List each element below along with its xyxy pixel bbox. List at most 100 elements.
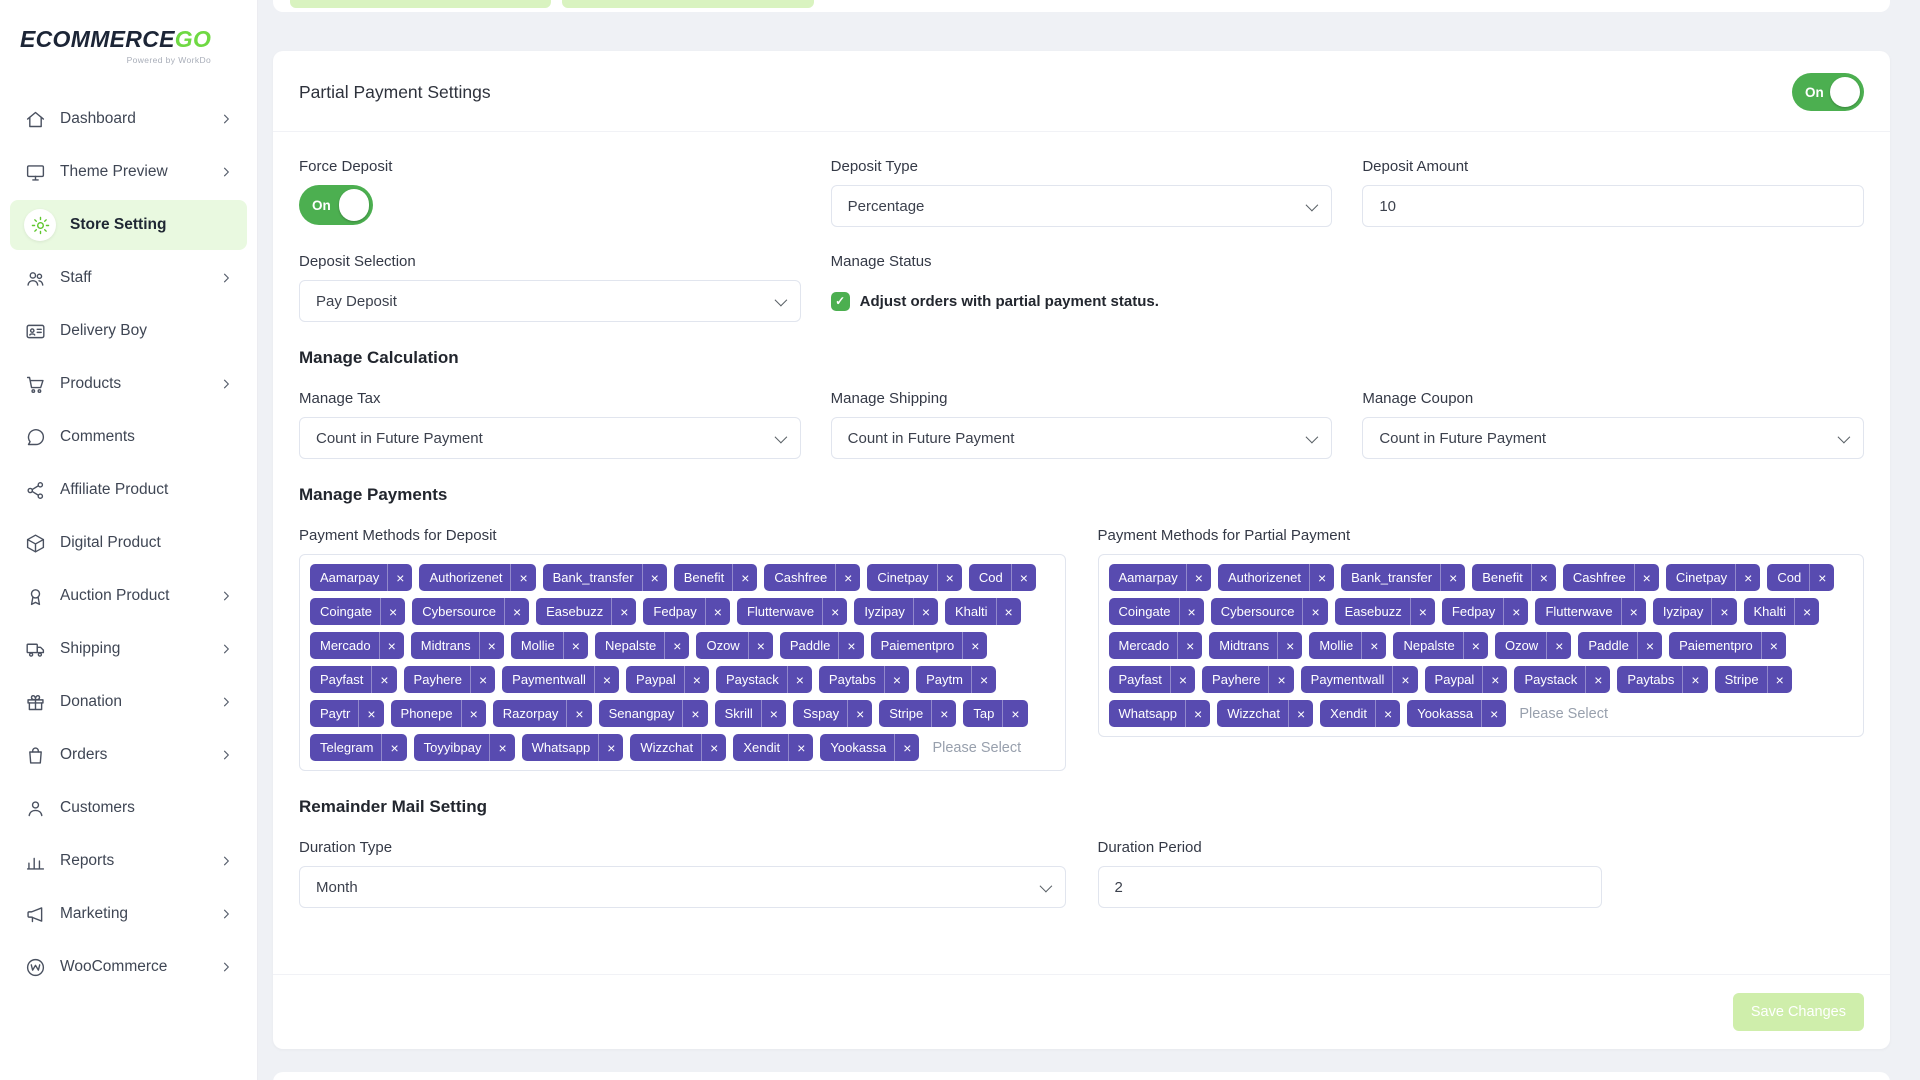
tag-remove-icon[interactable]: × — [938, 570, 962, 586]
tag-remove-icon[interactable]: × — [1289, 706, 1313, 722]
tag-remove-icon[interactable]: × — [1683, 672, 1707, 688]
tag-remove-icon[interactable]: × — [1393, 672, 1417, 688]
tag-remove-icon[interactable]: × — [823, 604, 847, 620]
sidebar-item-donation[interactable]: Donation — [10, 677, 247, 727]
tag-remove-icon[interactable]: × — [1638, 638, 1662, 654]
tag-remove-icon[interactable]: × — [1464, 638, 1488, 654]
tag-remove-icon[interactable]: × — [599, 740, 623, 756]
sidebar-item-dashboard[interactable]: Dashboard — [10, 94, 247, 144]
sidebar-item-woocommerce[interactable]: WooCommerce — [10, 942, 247, 992]
tag-remove-icon[interactable]: × — [706, 604, 730, 620]
tag-remove-icon[interactable]: × — [564, 638, 588, 654]
tag-remove-icon[interactable]: × — [1586, 672, 1610, 688]
tag-remove-icon[interactable]: × — [1411, 604, 1435, 620]
tag-remove-icon[interactable]: × — [1622, 604, 1646, 620]
tag-remove-icon[interactable]: × — [567, 706, 591, 722]
deposit-methods-multiselect[interactable]: Aamarpay×Authorizenet×Bank_transfer×Bene… — [299, 554, 1066, 771]
tag-remove-icon[interactable]: × — [1012, 570, 1036, 586]
sidebar-item-customers[interactable]: Customers — [10, 783, 247, 833]
tag-remove-icon[interactable]: × — [1186, 706, 1210, 722]
tag-remove-icon[interactable]: × — [1635, 570, 1659, 586]
tag-remove-icon[interactable]: × — [359, 706, 383, 722]
tag-remove-icon[interactable]: × — [788, 672, 812, 688]
partial-methods-multiselect[interactable]: Aamarpay×Authorizenet×Bank_transfer×Bene… — [1098, 554, 1865, 737]
tag-remove-icon[interactable]: × — [932, 706, 956, 722]
tag-remove-icon[interactable]: × — [702, 740, 726, 756]
sidebar-item-auction-product[interactable]: Auction Product — [10, 571, 247, 621]
sidebar-item-shipping[interactable]: Shipping — [10, 624, 247, 674]
brand-logo[interactable]: ECOMMERCEGO Powered by WorkDo — [20, 26, 211, 65]
tag-remove-icon[interactable]: × — [848, 706, 872, 722]
tag-remove-icon[interactable]: × — [471, 672, 495, 688]
tag-remove-icon[interactable]: × — [1736, 570, 1760, 586]
deposit-amount-input[interactable] — [1362, 185, 1864, 227]
sidebar-item-reports[interactable]: Reports — [10, 836, 247, 886]
tag-remove-icon[interactable]: × — [505, 604, 529, 620]
tag-remove-icon[interactable]: × — [914, 604, 938, 620]
tags-placeholder[interactable]: Please Select — [926, 740, 1021, 756]
sidebar-item-orders[interactable]: Orders — [10, 730, 247, 780]
duration-period-input[interactable] — [1098, 866, 1602, 908]
deposit-selection-select[interactable]: Pay Deposit — [299, 280, 801, 322]
manage-tax-select[interactable]: Count in Future Payment — [299, 417, 801, 459]
tag-remove-icon[interactable]: × — [1810, 570, 1834, 586]
tag-remove-icon[interactable]: × — [1504, 604, 1528, 620]
tags-placeholder[interactable]: Please Select — [1513, 706, 1608, 722]
tag-remove-icon[interactable]: × — [1310, 570, 1334, 586]
tag-remove-icon[interactable]: × — [839, 638, 863, 654]
tag-remove-icon[interactable]: × — [789, 740, 813, 756]
tag-remove-icon[interactable]: × — [895, 740, 919, 756]
cutoff-button-1[interactable] — [290, 0, 551, 8]
tag-remove-icon[interactable]: × — [997, 604, 1021, 620]
tag-remove-icon[interactable]: × — [1483, 672, 1507, 688]
tag-remove-icon[interactable]: × — [462, 706, 486, 722]
tag-remove-icon[interactable]: × — [1278, 638, 1302, 654]
tag-remove-icon[interactable]: × — [380, 638, 404, 654]
sidebar-item-digital-product[interactable]: Digital Product — [10, 518, 247, 568]
tag-remove-icon[interactable]: × — [1768, 672, 1792, 688]
sidebar-item-store-setting[interactable]: Store Setting — [10, 200, 247, 250]
tag-remove-icon[interactable]: × — [1180, 604, 1204, 620]
manage-status-checkbox[interactable] — [831, 292, 850, 311]
sidebar-item-delivery-boy[interactable]: Delivery Boy — [10, 306, 247, 356]
tag-remove-icon[interactable]: × — [381, 604, 405, 620]
force-deposit-toggle[interactable]: On — [299, 185, 373, 225]
duration-type-select[interactable]: Month — [299, 866, 1066, 908]
tag-remove-icon[interactable]: × — [1482, 706, 1506, 722]
tag-remove-icon[interactable]: × — [1171, 672, 1195, 688]
save-changes-button[interactable]: Save Changes — [1733, 993, 1864, 1031]
tag-remove-icon[interactable]: × — [1532, 570, 1556, 586]
tag-remove-icon[interactable]: × — [382, 740, 406, 756]
tag-remove-icon[interactable]: × — [612, 604, 636, 620]
tag-remove-icon[interactable]: × — [1762, 638, 1786, 654]
tag-remove-icon[interactable]: × — [885, 672, 909, 688]
manage-coupon-select[interactable]: Count in Future Payment — [1362, 417, 1864, 459]
tag-remove-icon[interactable]: × — [1003, 706, 1027, 722]
tag-remove-icon[interactable]: × — [1795, 604, 1819, 620]
tag-remove-icon[interactable]: × — [1441, 570, 1465, 586]
sidebar-item-comments[interactable]: Comments — [10, 412, 247, 462]
tag-remove-icon[interactable]: × — [1269, 672, 1293, 688]
tag-remove-icon[interactable]: × — [480, 638, 504, 654]
tag-remove-icon[interactable]: × — [1362, 638, 1386, 654]
partial-payment-master-toggle[interactable]: On — [1792, 73, 1864, 111]
tag-remove-icon[interactable]: × — [1547, 638, 1571, 654]
sidebar-item-affiliate-product[interactable]: Affiliate Product — [10, 465, 247, 515]
tag-remove-icon[interactable]: × — [490, 740, 514, 756]
tag-remove-icon[interactable]: × — [749, 638, 773, 654]
tag-remove-icon[interactable]: × — [685, 672, 709, 688]
manage-shipping-select[interactable]: Count in Future Payment — [831, 417, 1333, 459]
tag-remove-icon[interactable]: × — [733, 570, 757, 586]
tag-remove-icon[interactable]: × — [972, 672, 996, 688]
tag-remove-icon[interactable]: × — [1178, 638, 1202, 654]
tag-remove-icon[interactable]: × — [595, 672, 619, 688]
tag-remove-icon[interactable]: × — [1376, 706, 1400, 722]
tag-remove-icon[interactable]: × — [683, 706, 707, 722]
tag-remove-icon[interactable]: × — [836, 570, 860, 586]
tag-remove-icon[interactable]: × — [1187, 570, 1211, 586]
tag-remove-icon[interactable]: × — [372, 672, 396, 688]
tag-remove-icon[interactable]: × — [1303, 604, 1327, 620]
tag-remove-icon[interactable]: × — [1712, 604, 1736, 620]
tag-remove-icon[interactable]: × — [511, 570, 535, 586]
sidebar-item-theme-preview[interactable]: Theme Preview — [10, 147, 247, 197]
